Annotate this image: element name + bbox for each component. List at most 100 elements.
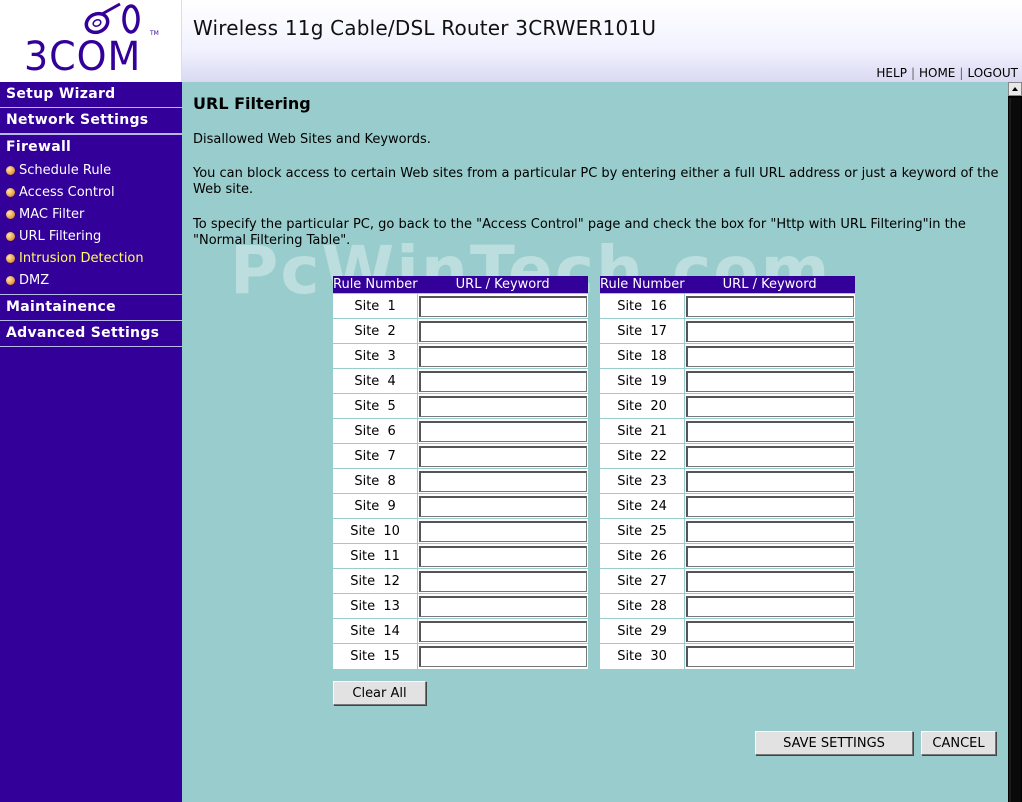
site-label: Site 23 — [600, 468, 686, 494]
site-label: Site 24 — [600, 493, 686, 519]
site-label: Site 2 — [333, 318, 419, 344]
page-instruction: To specify the particular PC, go back to… — [193, 217, 966, 248]
site-label: Site 30 — [600, 643, 686, 669]
url-keyword-input[interactable] — [419, 595, 588, 617]
table-row: Site 6 — [333, 418, 588, 444]
url-keyword-cell — [684, 468, 855, 494]
site-label: Site 29 — [600, 618, 686, 644]
help-link[interactable]: HELP — [872, 66, 911, 80]
url-keyword-input[interactable] — [686, 395, 855, 417]
url-keyword-input[interactable] — [419, 345, 588, 367]
url-keyword-input[interactable] — [686, 345, 855, 367]
url-keyword-cell — [684, 518, 855, 544]
site-label: Site 18 — [600, 343, 686, 369]
sidebar-item-network-settings[interactable]: Network Settings — [0, 108, 182, 134]
bullet-icon — [6, 188, 15, 197]
page-description: You can block access to certain Web site… — [193, 166, 999, 197]
site-label: Site 21 — [600, 418, 686, 444]
url-keyword-input[interactable] — [686, 295, 855, 317]
sidebar-subitem-mac-filter[interactable]: MAC Filter — [0, 204, 182, 226]
cancel-button[interactable]: CANCEL — [921, 731, 996, 755]
url-keyword-input[interactable] — [419, 295, 588, 317]
sidebar-subitem-dmz[interactable]: DMZ — [0, 270, 182, 292]
site-label: Site 6 — [333, 418, 419, 444]
url-keyword-input[interactable] — [686, 320, 855, 342]
url-keyword-input[interactable] — [686, 445, 855, 467]
url-keyword-input[interactable] — [419, 620, 588, 642]
clear-all-button[interactable]: Clear All — [333, 681, 426, 705]
url-keyword-input[interactable] — [419, 395, 588, 417]
bullet-icon — [6, 232, 15, 241]
url-keyword-input[interactable] — [419, 370, 588, 392]
site-label: Site 8 — [333, 468, 419, 494]
home-link[interactable]: HOME — [915, 66, 959, 80]
table-row: Site 7 — [333, 443, 588, 469]
sidebar-subitem-label: DMZ — [19, 273, 50, 288]
url-keyword-cell — [417, 393, 588, 419]
vertical-scrollbar[interactable] — [1008, 82, 1022, 802]
url-keyword-input[interactable] — [686, 470, 855, 492]
url-keyword-input[interactable] — [686, 420, 855, 442]
table-row: Site 12 — [333, 568, 588, 594]
save-settings-button[interactable]: SAVE SETTINGS — [755, 731, 913, 755]
table-row: Site 15 — [333, 643, 588, 669]
sidebar-subitem-label: Intrusion Detection — [19, 251, 144, 266]
table-row: Site 20 — [600, 393, 855, 419]
url-keyword-input[interactable] — [686, 495, 855, 517]
bullet-icon — [6, 166, 15, 175]
url-keyword-input[interactable] — [419, 445, 588, 467]
url-keyword-input[interactable] — [419, 320, 588, 342]
url-keyword-cell — [417, 418, 588, 444]
table-row: Site 17 — [600, 318, 855, 344]
sidebar-item-maintenance[interactable]: Maintainence — [0, 295, 182, 321]
table-row: Site 18 — [600, 343, 855, 369]
table-row: Site 8 — [333, 468, 588, 494]
url-keyword-input[interactable] — [419, 420, 588, 442]
logo: 3COM TM — [0, 0, 182, 82]
table-row: Site 13 — [333, 593, 588, 619]
sidebar-subitem-access-control[interactable]: Access Control — [0, 182, 182, 204]
url-keyword-input[interactable] — [686, 645, 855, 667]
table-row: Site 16 — [600, 293, 855, 319]
url-keyword-input[interactable] — [686, 545, 855, 567]
url-keyword-input[interactable] — [686, 570, 855, 592]
url-keyword-input[interactable] — [419, 495, 588, 517]
sidebar-item-advanced-settings[interactable]: Advanced Settings — [0, 321, 182, 347]
url-keyword-cell — [684, 393, 855, 419]
scrollbar-thumb[interactable] — [1009, 98, 1021, 802]
url-keyword-input[interactable] — [419, 520, 588, 542]
site-label: Site 25 — [600, 518, 686, 544]
url-keyword-input[interactable] — [419, 545, 588, 567]
site-label: Site 11 — [333, 543, 419, 569]
url-keyword-cell — [684, 543, 855, 569]
site-label: Site 27 — [600, 568, 686, 594]
url-keyword-input[interactable] — [686, 595, 855, 617]
sidebar-subitem-schedule-rule[interactable]: Schedule Rule — [0, 160, 182, 182]
url-keyword-input[interactable] — [419, 470, 588, 492]
sidebar-subitem-intrusion-detection[interactable]: Intrusion Detection — [0, 248, 182, 270]
page-title: URL Filtering — [193, 94, 311, 113]
logo-text: 3COM — [24, 34, 142, 80]
column-header-rule-number: Rule Number — [600, 276, 685, 294]
table-row: Site 26 — [600, 543, 855, 569]
table-row: Site 22 — [600, 443, 855, 469]
table-row: Site 21 — [600, 418, 855, 444]
url-keyword-input[interactable] — [686, 370, 855, 392]
table-row: Site 2 — [333, 318, 588, 344]
url-keyword-input[interactable] — [419, 645, 588, 667]
scroll-up-arrow-icon[interactable] — [1008, 82, 1022, 96]
table-row: Site 27 — [600, 568, 855, 594]
url-keyword-cell — [684, 443, 855, 469]
bullet-icon — [6, 276, 15, 285]
logout-link[interactable]: LOGOUT — [963, 66, 1022, 80]
sidebar-subitem-url-filtering[interactable]: URL Filtering — [0, 226, 182, 248]
table-row: Site 14 — [333, 618, 588, 644]
url-keyword-cell — [417, 593, 588, 619]
url-keyword-input[interactable] — [419, 570, 588, 592]
sidebar-item-setup-wizard[interactable]: Setup Wizard — [0, 82, 182, 108]
url-keyword-cell — [684, 418, 855, 444]
url-keyword-input[interactable] — [686, 620, 855, 642]
url-keyword-cell — [684, 618, 855, 644]
url-keyword-input[interactable] — [686, 520, 855, 542]
sidebar-item-firewall[interactable]: Firewall — [0, 134, 182, 160]
